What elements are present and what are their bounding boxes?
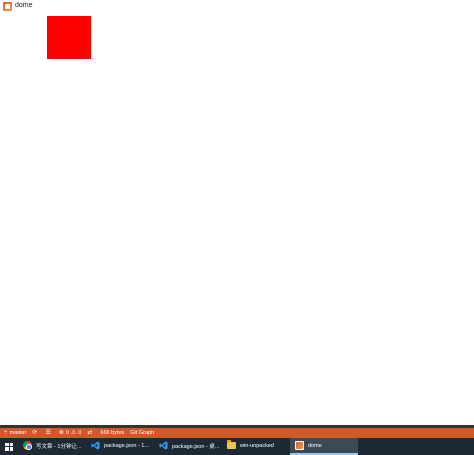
sync-button[interactable]: ⟳ [32,428,39,438]
taskbar-item-dome[interactable]: dome [290,438,358,455]
git-branch-icon: ⑂ [4,430,8,436]
warning-icon: ⚠ [70,430,77,436]
file-size: 666 bytes [100,430,125,436]
app-icon [3,1,12,11]
live-share-button[interactable]: ⇄ [87,428,94,438]
window-titlebar: dome [0,0,474,12]
screen: dome ⑂ master ⟳ ☰ ⊗ 0 ⚠ 0 ⇄ 666 bytes Gi… [0,0,474,455]
problems-indicator[interactable]: ⊗ 0 ⚠ 0 [59,428,82,438]
sync-icon: ⟳ [32,430,38,436]
error-count: 0 [65,430,69,436]
taskbar-item-label: package.json - 1... [104,442,149,449]
windows-logo-icon [5,442,13,451]
start-button[interactable] [0,438,18,455]
git-graph-button[interactable]: Git Graph [130,428,154,438]
publish-button[interactable]: ☰ [45,428,52,438]
error-icon: ⊗ [58,430,64,436]
share-icon: ⇄ [87,430,93,436]
app-icon [295,441,304,450]
vscode-icon [159,441,168,450]
taskbar-item-vscode-2[interactable]: package.json - 桌... [154,438,222,455]
red-square [47,16,91,59]
taskbar-item-label: win-unpacked [240,442,274,449]
taskbar-item-label: 写文章 - 1分钟让... [36,443,82,450]
chrome-icon [23,441,32,450]
taskbar-item-label: dome [308,442,322,449]
vscode-icon [91,441,100,450]
git-graph-label: Git Graph [130,430,155,436]
stack-icon: ☰ [45,430,51,436]
status-bar: ⑂ master ⟳ ☰ ⊗ 0 ⚠ 0 ⇄ 666 bytes Git Gra… [0,428,474,438]
branch-name: master [9,430,27,436]
warning-count: 0 [78,430,82,436]
taskbar-item-explorer[interactable]: win-unpacked [222,438,290,455]
taskbar-item-label: package.json - 桌... [172,443,220,450]
folder-icon [227,440,236,449]
window-title: dome [15,2,33,9]
taskbar-item-vscode-1[interactable]: package.json - 1... [86,438,154,455]
file-size-indicator[interactable]: 666 bytes [100,428,124,438]
taskbar: 写文章 - 1分钟让... package.json - 1... packag… [0,438,474,455]
taskbar-item-chrome[interactable]: 写文章 - 1分钟让... [18,438,86,455]
branch-indicator[interactable]: ⑂ master [4,428,26,438]
